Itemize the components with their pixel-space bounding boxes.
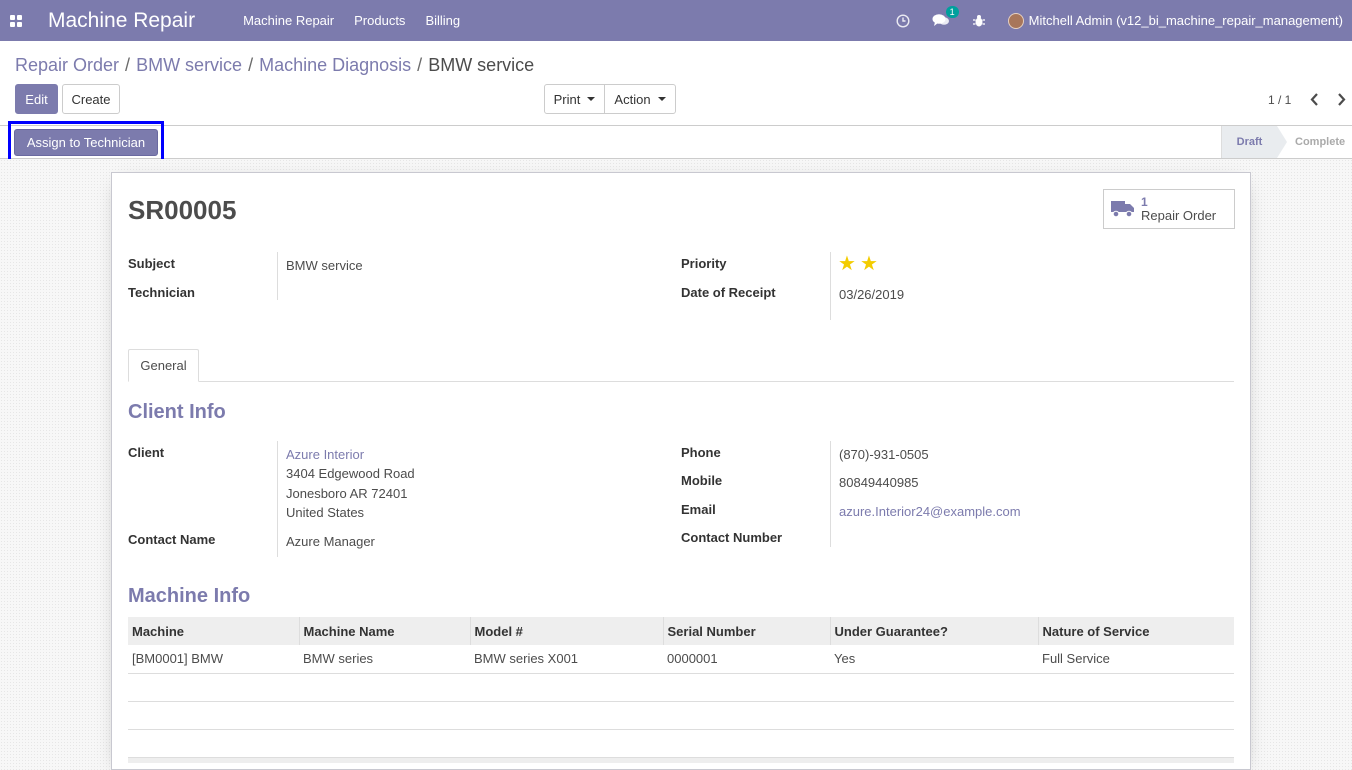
caret-down-icon — [657, 97, 666, 101]
table-cell: [BM0001] BMW — [128, 645, 299, 674]
contact-name-label: Contact Name — [128, 532, 216, 547]
activity-clock-icon[interactable] — [896, 13, 910, 28]
tab-divider — [128, 381, 1234, 382]
stage-complete[interactable]: Complete — [1292, 126, 1352, 158]
breadcrumb: Repair Order / BMW service / Machine Diagnos… — [15, 55, 534, 76]
messages-count-badge: 1 — [945, 6, 959, 18]
print-dropdown[interactable]: Print — [544, 84, 605, 114]
table-cell: Yes — [830, 645, 1038, 674]
menu-billing[interactable]: Billing — [425, 13, 460, 28]
column-header[interactable]: Machine — [128, 617, 300, 645]
table-cell: BMW series X001 — [470, 645, 663, 674]
table-row[interactable]: [BM0001] BMW BMW series BMW series X001 … — [128, 645, 1234, 674]
subject-field[interactable]: BMW service — [286, 258, 363, 273]
client-address-line: 3404 Edgewood Road — [286, 466, 415, 481]
breadcrumb-item-service[interactable]: BMW service — [136, 55, 242, 75]
star-filled-icon[interactable]: ★ — [838, 254, 856, 274]
breadcrumb-separator: / — [248, 55, 254, 75]
star-filled-icon[interactable]: ★ — [860, 254, 878, 274]
breadcrumb-item-repair-order[interactable]: Repair Order — [15, 55, 119, 75]
breadcrumb-separator: / — [125, 55, 131, 75]
column-header[interactable]: Model # — [470, 617, 664, 645]
technician-label: Technician — [128, 285, 195, 300]
breadcrumb-item-diagnosis[interactable]: Machine Diagnosis — [259, 55, 411, 75]
smart-button-count: 1 — [1141, 195, 1148, 209]
tab-general[interactable]: General — [128, 349, 199, 382]
column-header[interactable]: Serial Number — [663, 617, 831, 645]
receipt-date-label: Date of Receipt — [681, 285, 776, 300]
empty-table-row — [128, 673, 1234, 702]
table-cell: Full Service — [1038, 645, 1234, 674]
top-navbar: Machine Repair Machine Repair Products B… — [0, 0, 1352, 41]
machine-info-title: Machine Info — [128, 585, 251, 607]
repair-order-smart-button[interactable]: 1 Repair Order — [1103, 189, 1235, 229]
column-header[interactable]: Machine Name — [299, 617, 471, 645]
breadcrumb-active: BMW service — [428, 55, 535, 75]
stage-draft[interactable]: Draft — [1221, 126, 1287, 158]
action-dropdown[interactable]: Action — [604, 84, 676, 114]
empty-table-row — [128, 729, 1234, 758]
empty-table-row — [128, 701, 1234, 730]
contact-name-field[interactable]: Azure Manager — [286, 534, 375, 549]
machine-table: Machine Machine Name Model # Serial Numb… — [128, 617, 1234, 763]
pager-value[interactable]: 1 / 1 — [1268, 93, 1291, 107]
user-avatar[interactable] — [1007, 12, 1024, 29]
debug-bug-icon[interactable] — [972, 14, 986, 28]
field-divider — [277, 252, 278, 300]
action-label: Action — [614, 91, 651, 107]
contact-number-label: Contact Number — [681, 530, 783, 545]
column-header[interactable]: Nature of Service — [1038, 617, 1234, 645]
table-cell: 0000001 — [663, 645, 830, 674]
phone-label: Phone — [681, 445, 721, 460]
chevron-right-icon[interactable] — [1334, 90, 1348, 108]
mobile-label: Mobile — [681, 473, 723, 488]
email-label: Email — [681, 502, 716, 517]
caret-down-icon — [587, 97, 596, 101]
record-reference: SR00005 — [128, 195, 237, 225]
menu-machine-repair[interactable]: Machine Repair — [243, 13, 334, 28]
edit-button[interactable]: Edit — [15, 84, 58, 114]
user-menu[interactable]: Mitchell Admin (v12_bi_machine_repair_ma… — [1029, 13, 1343, 28]
breadcrumb-separator: / — [417, 55, 423, 75]
priority-label: Priority — [681, 256, 727, 271]
table-cell: BMW series — [299, 645, 470, 674]
client-link[interactable]: Azure Interior — [286, 447, 364, 462]
subject-label: Subject — [128, 256, 175, 271]
client-info-title: Client Info — [128, 401, 226, 423]
client-address-line: United States — [286, 505, 365, 520]
print-label: Print — [553, 91, 581, 107]
table-footer — [128, 757, 1234, 763]
assign-technician-button[interactable]: Assign to Technician — [14, 129, 158, 156]
apps-menu-icon[interactable] — [1, 0, 31, 41]
messages-icon[interactable]: 1 — [932, 6, 959, 28]
smart-button-label: Repair Order — [1141, 208, 1217, 223]
client-label: Client — [128, 445, 165, 460]
client-address-line: Jonesboro AR 72401 — [286, 486, 408, 501]
table-header-row: Machine Machine Name Model # Serial Numb… — [128, 617, 1234, 645]
mobile-field[interactable]: 80849440985 — [839, 475, 919, 490]
field-divider — [277, 441, 278, 557]
status-bar — [0, 125, 1352, 159]
menu-products[interactable]: Products — [354, 13, 405, 28]
field-divider — [830, 441, 831, 547]
email-link[interactable]: azure.Interior24@example.com — [839, 504, 1021, 519]
app-brand: Machine Repair — [48, 8, 196, 32]
chevron-left-icon[interactable] — [1307, 90, 1321, 108]
create-button[interactable]: Create — [62, 84, 120, 114]
receipt-date-field[interactable]: 03/26/2019 — [839, 287, 904, 302]
column-header[interactable]: Under Guarantee? — [830, 617, 1039, 645]
field-divider — [830, 252, 831, 320]
phone-field[interactable]: (870)-931-0505 — [839, 447, 929, 462]
truck-icon — [1111, 198, 1135, 221]
